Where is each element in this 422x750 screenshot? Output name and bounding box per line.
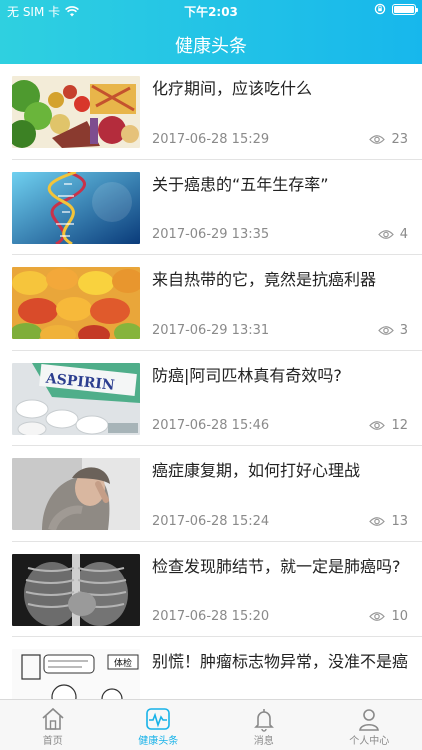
person-icon [359, 709, 380, 731]
view-count: 13 [369, 514, 408, 529]
tab-messages[interactable]: 消息 [211, 700, 317, 750]
article-thumbnail [12, 458, 140, 530]
article-thumbnail [12, 267, 140, 339]
view-count-value: 3 [399, 322, 408, 338]
article-title: 来自热带的它，竟然是抗癌利器 [152, 270, 377, 289]
article-date: 2017-06-29 13:31 [152, 322, 270, 338]
page-title: 健康头条 [175, 36, 247, 57]
status-time: 下午2:03 [184, 5, 238, 19]
status-right [374, 3, 418, 15]
list-item[interactable]: 来自热带的它，竟然是抗癌利器 2017-06-29 13:31 3 [12, 255, 422, 351]
article-thumbnail [12, 76, 140, 148]
article-date: 2017-06-28 15:20 [152, 609, 270, 624]
tab-health-news[interactable]: 健康头条 [106, 700, 212, 750]
list-item[interactable]: 癌症康复期，如何打好心理战 2017-06-28 15:24 13 [12, 446, 422, 542]
view-count-value: 12 [391, 418, 408, 433]
eye-icon [369, 612, 386, 621]
eye-icon [369, 421, 386, 430]
article-thumbnail [12, 553, 140, 626]
article-date: 2017-06-28 15:24 [152, 513, 270, 529]
list-item[interactable]: ASPIRIN 防癌|阿司匹林真有奇效吗? 2017-06-28 15:46 1… [12, 351, 422, 446]
list-item[interactable]: 检查发现肺结节，就一定是肺癌吗? 2017-06-28 15:20 10 [12, 542, 422, 637]
list-item[interactable]: 化疗期间，应该吃什么 2017-06-28 15:29 23 [12, 64, 422, 160]
article-date: 2017-06-29 13:35 [152, 227, 270, 242]
eye-icon [369, 134, 386, 144]
view-count: 3 [377, 322, 408, 338]
view-count: 10 [369, 609, 408, 624]
pulse-icon [146, 708, 171, 730]
view-count: 4 [377, 227, 408, 242]
view-count-value: 10 [391, 609, 408, 624]
article-title: 化疗期间，应该吃什么 [152, 79, 313, 98]
view-count-value: 13 [391, 513, 408, 529]
list-item[interactable]: 体检 别慌！肿瘤标志物异常，没准不是癌 [12, 637, 422, 699]
article-thumbnail: ASPIRIN [12, 362, 140, 435]
article-date: 2017-06-28 15:29 [152, 131, 270, 147]
article-title: 别慌！肿瘤标志物异常，没准不是癌 [152, 652, 409, 671]
view-count: 23 [369, 132, 408, 147]
article-title: 防癌|阿司匹林真有奇效吗? [152, 365, 342, 385]
top-bar: 无 SIM 卡 下午2:03 健康头条 [0, 0, 422, 64]
bell-icon [253, 709, 274, 732]
tab-bar: 首页 健康头条 消息 个人中心 [0, 699, 422, 750]
article-list[interactable]: 化疗期间，应该吃什么 2017-06-28 15:29 23 关于癌患的“五年生… [0, 64, 422, 699]
article-title: 检查发现肺结节，就一定是肺癌吗? [152, 556, 401, 576]
view-count-value: 23 [391, 131, 408, 147]
view-count-value: 4 [399, 227, 408, 242]
home-icon [42, 707, 64, 730]
battery-icon [392, 3, 418, 15]
tab-label: 消息 [253, 736, 274, 747]
tab-profile[interactable]: 个人中心 [317, 700, 422, 750]
thumbnail-text: 体检 [114, 657, 132, 669]
rotation-lock-icon [374, 3, 386, 15]
tab-home[interactable]: 首页 [0, 700, 106, 750]
eye-icon [377, 230, 394, 239]
tab-label: 健康头条 [138, 736, 179, 747]
eye-icon [377, 325, 394, 335]
list-item[interactable]: 关于癌患的“五年生存率” 2017-06-29 13:35 4 [12, 160, 422, 255]
eye-icon [369, 516, 386, 526]
article-title: 癌症康复期，如何打好心理战 [152, 461, 361, 480]
tab-label: 个人中心 [349, 736, 390, 747]
view-count: 12 [369, 418, 408, 433]
article-thumbnail: 体检 [12, 649, 140, 699]
article-title: 关于癌患的“五年生存率” [152, 174, 329, 194]
tab-label: 首页 [42, 736, 63, 747]
article-thumbnail [12, 171, 140, 244]
status-bar: 无 SIM 卡 下午2:03 [0, 0, 422, 20]
article-date: 2017-06-28 15:46 [152, 418, 270, 433]
